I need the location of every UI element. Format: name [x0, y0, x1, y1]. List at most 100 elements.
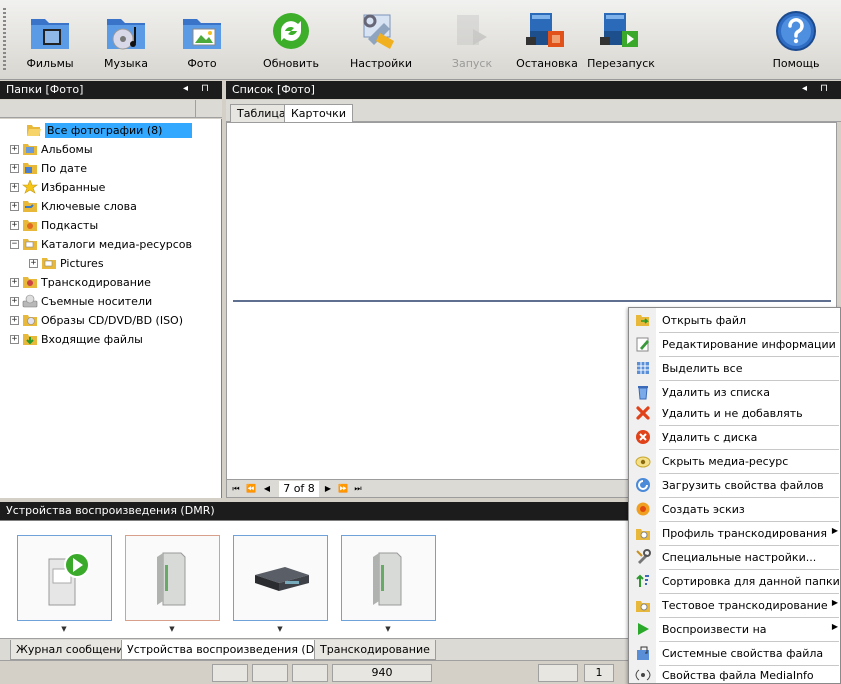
media-box-device-icon [372, 552, 401, 606]
device-menu-arrow-icon[interactable]: ▼ [168, 625, 176, 633]
tab-playback-devices[interactable]: Устройства воспроизведения (DMR) [121, 640, 342, 660]
stop-button[interactable]: Остановка [512, 4, 582, 76]
tree-item-transcoding[interactable]: + Транскодирование [10, 273, 151, 291]
music-label: Музыка [104, 57, 148, 70]
device-tile-dvd-player[interactable] [233, 535, 328, 621]
device-tile-media-box-2[interactable] [341, 535, 436, 621]
menu-item-select-all[interactable]: Выделить все [629, 357, 841, 379]
menu-item-hide-resource[interactable]: Скрыть медиа-ресурс [629, 450, 841, 472]
transcoding-folder-icon [23, 277, 37, 288]
menu-item-test-transcode[interactable]: Тестовое транскодирование ▶ [629, 594, 841, 616]
main-toolbar: Фильмы Музыка Фото Обновить Настройки За… [0, 0, 841, 80]
films-button[interactable]: Фильмы [18, 4, 82, 76]
settings-label: Настройки [349, 57, 413, 70]
refresh-button[interactable]: Обновить [258, 4, 324, 76]
tree-item-disc-images[interactable]: + Образы CD/DVD/BD (ISO) [10, 311, 183, 329]
incoming-folder-icon [23, 334, 37, 345]
refresh-label: Обновить [263, 57, 319, 70]
remove-no-add-icon [636, 406, 650, 420]
menu-item-remove-no-add[interactable]: Удалить и не добавлять [629, 402, 841, 424]
menu-item-load-properties[interactable]: Загрузить свойства файлов [629, 474, 841, 496]
next-page-icon[interactable]: ▶ [321, 482, 335, 496]
expand-icon[interactable]: + [10, 182, 19, 192]
device-menu-arrow-icon[interactable]: ▼ [276, 625, 284, 633]
menu-item-special-settings[interactable]: Специальные настройки... [629, 546, 841, 568]
tree-item-albums[interactable]: + Альбомы [10, 140, 93, 158]
folders-pin-icon[interactable]: ◂ ⊓ [183, 83, 214, 94]
start-button[interactable]: Запуск [440, 4, 504, 76]
menu-item-remove-from-list[interactable]: Удалить из списка [629, 381, 841, 403]
menu-item-open-file[interactable]: Открыть файл [629, 309, 841, 331]
device-menu-arrow-icon[interactable]: ▼ [60, 625, 68, 633]
next-page-fast-icon[interactable]: ⏩ [336, 482, 350, 496]
device-tile-media-box-1[interactable] [125, 535, 220, 621]
device-menu-arrow-icon[interactable]: ▼ [384, 625, 392, 633]
expand-icon[interactable]: + [10, 296, 19, 306]
expand-icon[interactable]: + [10, 277, 19, 287]
toolbar-grip[interactable] [3, 8, 6, 72]
disc-image-folder-icon [23, 315, 37, 326]
select-all-icon [637, 362, 649, 374]
menu-item-transcode-profile[interactable]: Профиль транскодирования ▶ [629, 522, 841, 544]
podcast-folder-icon [23, 220, 37, 231]
expand-icon[interactable]: + [10, 144, 19, 154]
first-page-icon[interactable]: ⏮ [229, 482, 243, 496]
prev-page-icon[interactable]: ◀ [260, 482, 274, 496]
photo-label: Фото [187, 57, 217, 70]
expand-icon[interactable]: + [29, 258, 38, 268]
expand-icon[interactable]: + [10, 220, 19, 230]
tab-transcoding[interactable]: Транскодирование [314, 640, 436, 660]
expand-icon[interactable]: + [10, 201, 19, 211]
last-page-icon[interactable]: ⏭ [351, 482, 365, 496]
restart-button[interactable]: Перезапуск [586, 4, 656, 76]
status-view-toggle-2[interactable] [252, 664, 288, 682]
settings-button[interactable]: Настройки [348, 4, 414, 76]
expand-icon[interactable]: + [10, 315, 19, 325]
media-box-device-icon [156, 552, 185, 606]
menu-item-sort-folder[interactable]: Сортировка для данной папки [629, 570, 841, 592]
tree-item-pictures[interactable]: + Pictures [29, 254, 104, 272]
albums-folder-icon [23, 144, 37, 155]
refresh-icon [273, 13, 309, 49]
stop-server-icon [526, 13, 564, 47]
tree-item-podcasts[interactable]: + Подкасты [10, 216, 98, 234]
list-divider [233, 300, 831, 302]
menu-item-create-thumbnail[interactable]: Создать эскиз [629, 498, 841, 520]
collapse-icon[interactable]: − [10, 239, 19, 249]
open-folder-icon [27, 125, 41, 136]
status-view-toggle-3[interactable] [292, 664, 328, 682]
tree-item-by-date[interactable]: + По дате [10, 159, 87, 177]
list-pin-icon[interactable]: ◂ ⊓ [802, 83, 833, 94]
status-user-icon[interactable] [538, 664, 578, 682]
tree-item-incoming-files[interactable]: + Входящие файлы [10, 330, 143, 348]
expand-icon[interactable]: + [10, 334, 19, 344]
delete-from-disk-icon [636, 430, 650, 444]
start-label: Запуск [451, 57, 493, 70]
tree-item-all-photos[interactable]: Все фотографии (8) [14, 121, 193, 139]
edit-info-icon [636, 337, 649, 352]
tab-message-log[interactable]: Журнал сообщений [10, 640, 137, 660]
help-button[interactable]: Помощь [764, 4, 828, 76]
tree-item-favorites[interactable]: + Избранные [10, 178, 105, 196]
device-tile-media-player[interactable] [17, 535, 112, 621]
menu-item-delete-from-disk[interactable]: Удалить с диска [629, 426, 841, 448]
tree-item-media-catalogs[interactable]: − Каталоги медиа-ресурсов [10, 235, 192, 253]
devices-panel-title: Устройства воспроизведения (DMR) [6, 504, 215, 517]
photo-button[interactable]: Фото [170, 4, 234, 76]
menu-item-system-properties[interactable]: Системные свойства файла [629, 642, 841, 664]
system-properties-icon [637, 646, 649, 660]
mediainfo-icon [635, 669, 651, 681]
menu-item-mediainfo[interactable]: Свойства файла MediaInfo [629, 664, 841, 684]
tree-item-removable-media[interactable]: + Съемные носители [10, 292, 152, 310]
expand-icon[interactable]: + [10, 163, 19, 173]
sort-folder-icon [636, 574, 649, 587]
menu-item-play-on[interactable]: Воспроизвести на ▶ [629, 618, 841, 640]
tree-item-keywords[interactable]: + Ключевые слова [10, 197, 137, 215]
music-button[interactable]: Музыка [94, 4, 158, 76]
tab-cards[interactable]: Карточки [284, 104, 353, 123]
submenu-arrow-icon: ▶ [831, 526, 838, 535]
prev-page-fast-icon[interactable]: ⏪ [244, 482, 258, 496]
menu-item-edit-info[interactable]: Редактирование информации [629, 333, 841, 355]
star-icon [22, 180, 38, 194]
status-view-toggle-1[interactable] [212, 664, 248, 682]
